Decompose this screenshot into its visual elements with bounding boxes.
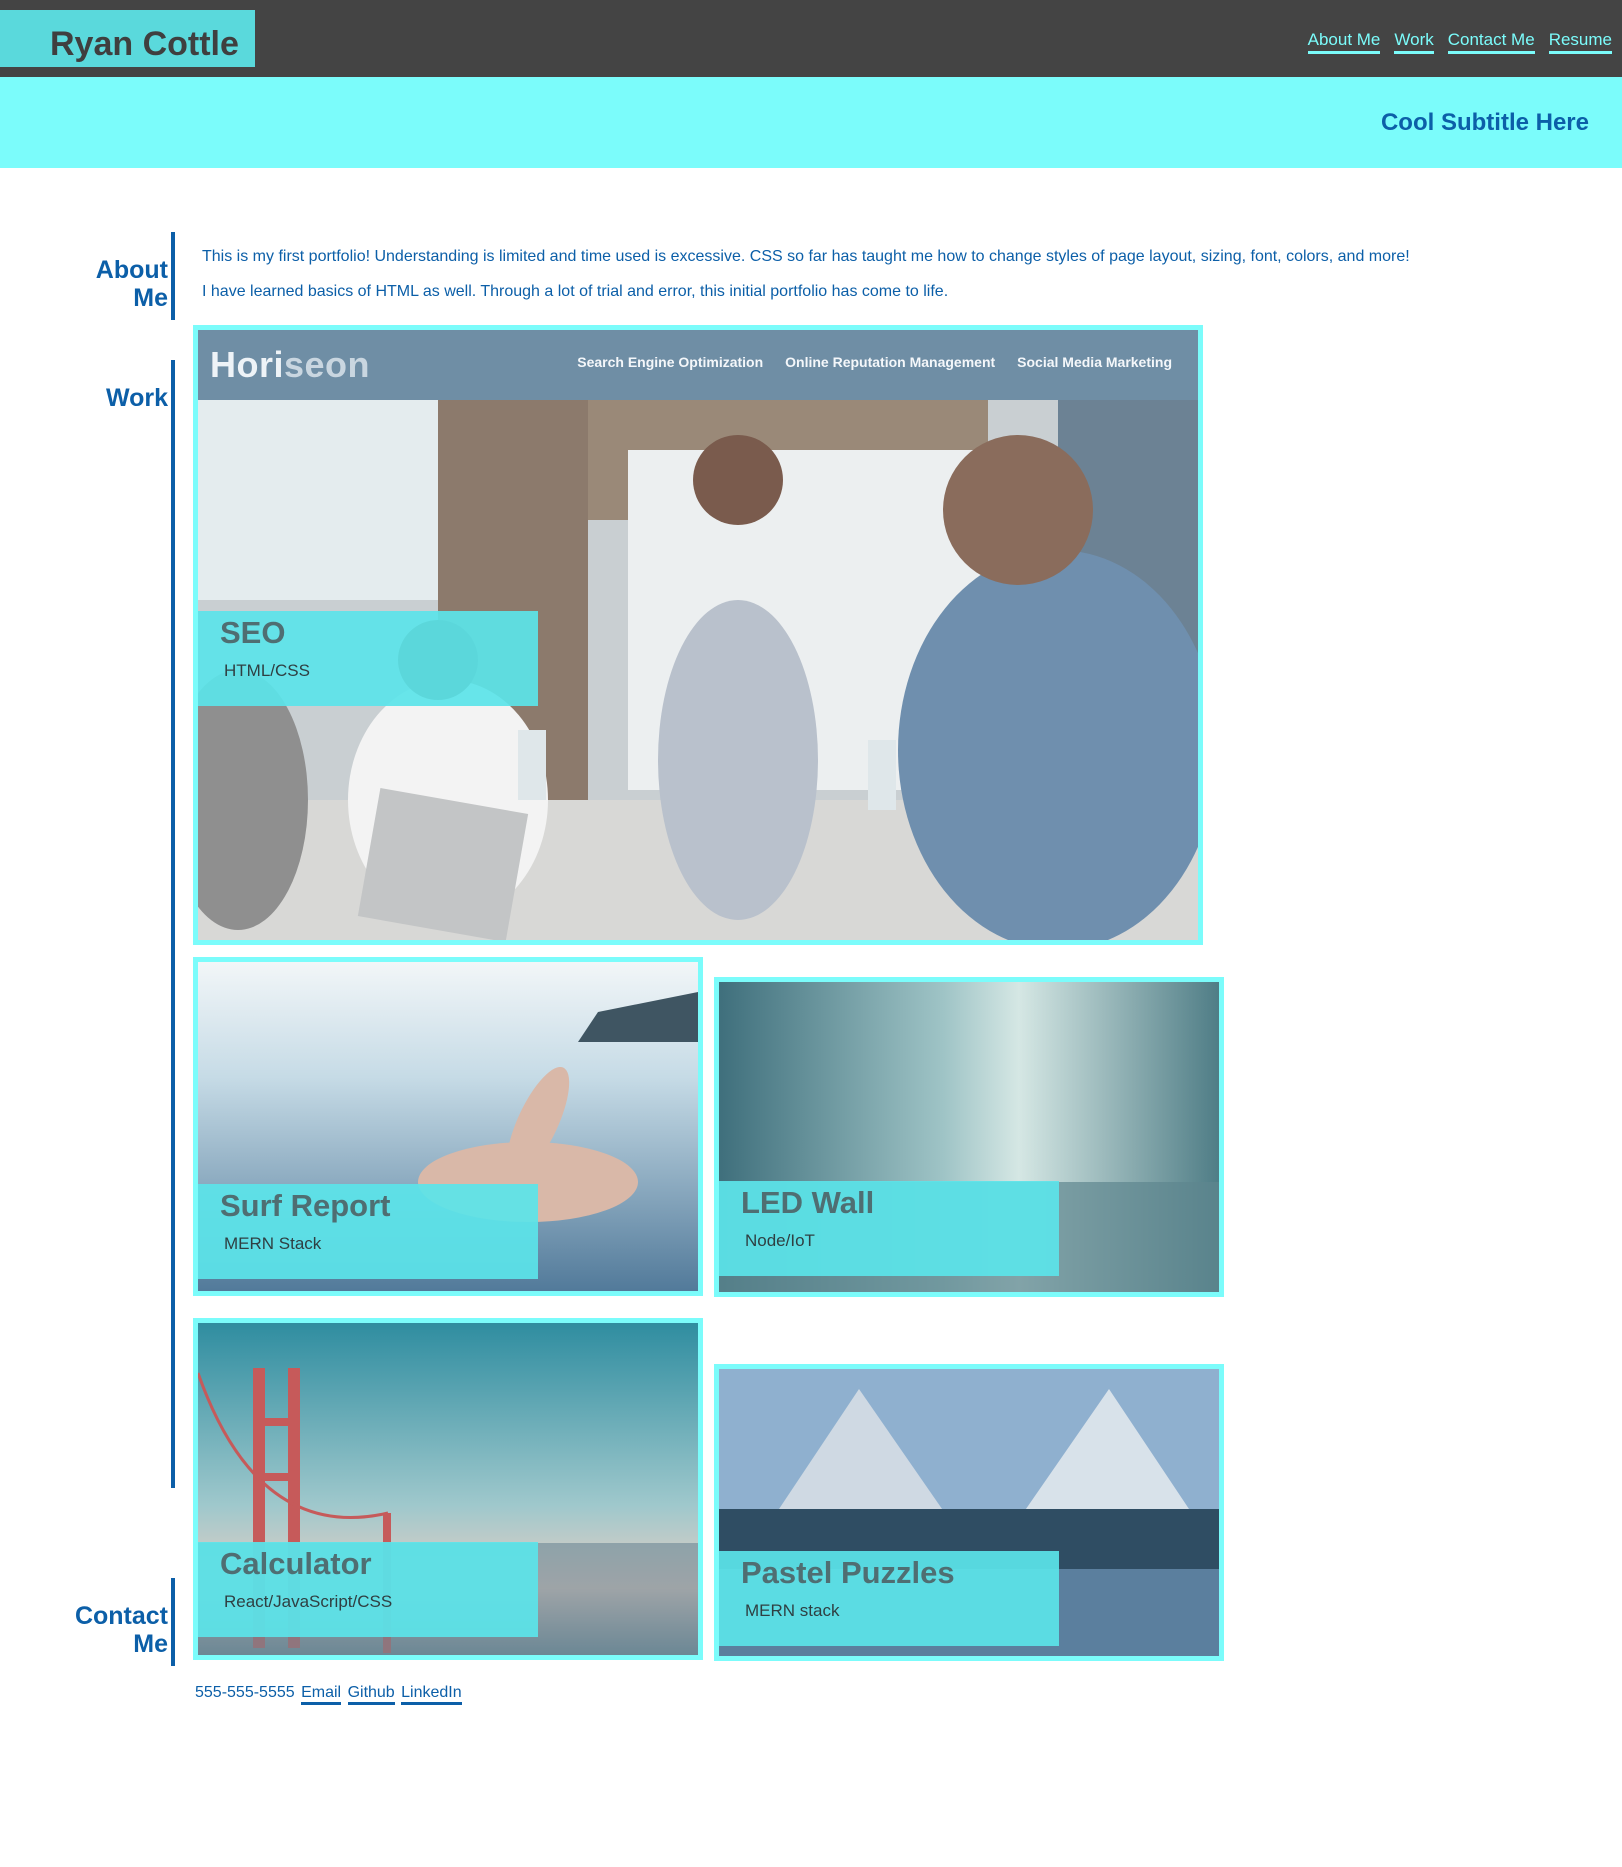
nav-link-work[interactable]: Work <box>1394 30 1434 54</box>
contact-phone: 555-555-5555 <box>195 1684 295 1701</box>
main-nav: About Me Work Contact Me Resume <box>1307 30 1612 54</box>
site-name: Ryan Cottle <box>50 25 239 63</box>
top-bar: Ryan Cottle About Me Work Contact Me Res… <box>0 0 1622 77</box>
project-tech: MERN Stack <box>224 1234 322 1253</box>
nav-link-about-me[interactable]: About Me <box>1307 30 1381 54</box>
github-link[interactable]: Github <box>347 1684 395 1705</box>
horiseon-nav: Search Engine Optimization Online Reputa… <box>577 354 1172 370</box>
project-caption: Surf Report MERN Stack <box>198 1184 538 1279</box>
horiseon-header: Horiseon Search Engine Optimization Onli… <box>198 330 1198 400</box>
contact-heading: Contact Me <box>75 1602 168 1658</box>
brand-box: Ryan Cottle <box>0 10 255 67</box>
horiseon-logo-part1: Hori <box>210 344 284 385</box>
project-caption: Pastel Puzzles MERN stack <box>719 1551 1059 1646</box>
horiseon-nav-item: Social Media Marketing <box>1017 354 1172 370</box>
email-link[interactable]: Email <box>301 1684 342 1705</box>
about-paragraph-1: This is my first portfolio! Understandin… <box>202 248 1410 265</box>
work-heading: Work <box>105 384 168 412</box>
horiseon-logo-part2: seon <box>284 344 371 385</box>
project-title: SEO <box>220 615 286 650</box>
hero-subtitle: Cool Subtitle Here <box>1380 109 1589 136</box>
about-paragraph-2: I have learned basics of HTML as well. T… <box>202 283 949 300</box>
nav-link-resume[interactable]: Resume <box>1548 30 1612 54</box>
horiseon-logo: Horiseon <box>210 344 370 386</box>
contact-heading-line1: Contact <box>74 1602 168 1630</box>
about-heading-line2: Me <box>133 284 168 312</box>
work-divider <box>171 360 175 1488</box>
project-caption: Calculator React/JavaScript/CSS <box>198 1542 538 1637</box>
horiseon-nav-item: Online Reputation Management <box>785 354 996 370</box>
about-heading: About Me <box>96 256 168 312</box>
project-title: Surf Report <box>220 1188 391 1223</box>
project-card-seo[interactable]: Horiseon Search Engine Optimization Onli… <box>193 325 1203 945</box>
project-title: Calculator <box>220 1546 372 1581</box>
project-card-pastel-puzzles[interactable]: Pastel Puzzles MERN stack <box>714 1364 1224 1661</box>
project-card-surf-report[interactable]: Surf Report MERN Stack <box>193 957 703 1296</box>
project-card-calculator[interactable]: Calculator React/JavaScript/CSS <box>193 1318 703 1660</box>
contact-divider <box>171 1578 175 1666</box>
project-caption: SEO HTML/CSS <box>198 611 538 706</box>
project-title: LED Wall <box>741 1185 875 1220</box>
contact-heading-line2: Me <box>133 1630 168 1658</box>
project-card-led-wall[interactable]: LED Wall Node/IoT <box>714 977 1224 1297</box>
project-title: Pastel Puzzles <box>741 1555 955 1590</box>
project-tech: MERN stack <box>745 1601 840 1620</box>
project-tech: React/JavaScript/CSS <box>224 1592 393 1611</box>
project-tech: Node/IoT <box>745 1231 815 1250</box>
linkedin-link[interactable]: LinkedIn <box>401 1684 462 1705</box>
about-heading-line1: About <box>95 256 168 284</box>
hero-banner: Cool Subtitle Here <box>0 77 1622 168</box>
project-tech: HTML/CSS <box>224 661 310 680</box>
horiseon-nav-item: Search Engine Optimization <box>577 354 764 370</box>
project-caption: LED Wall Node/IoT <box>719 1181 1059 1276</box>
contact-info: 555-555-5555 Email Github LinkedIn <box>195 1684 462 1705</box>
about-divider <box>171 232 175 320</box>
nav-link-contact-me[interactable]: Contact Me <box>1447 30 1535 54</box>
